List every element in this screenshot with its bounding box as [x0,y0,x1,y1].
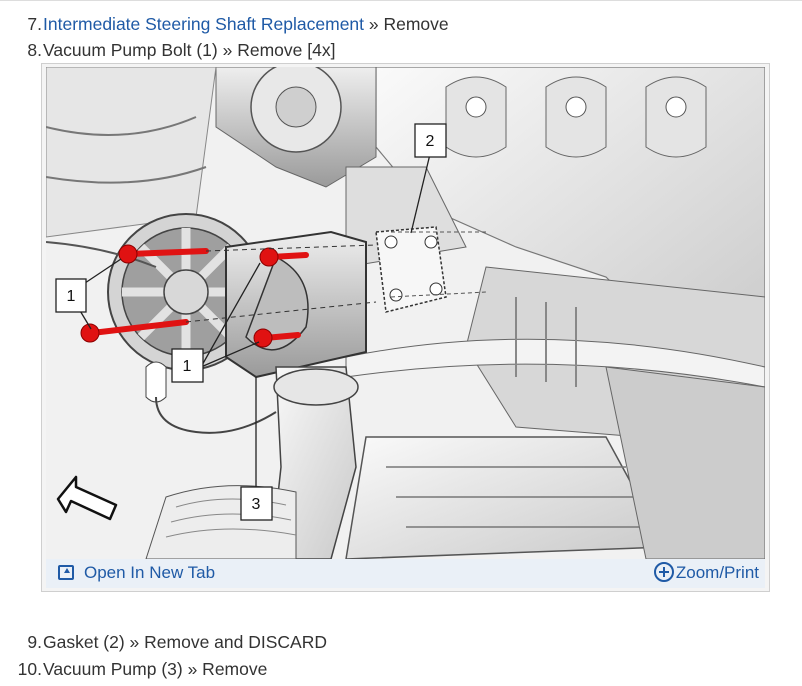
callout-2: 2 [414,123,447,158]
step-7: 7.Intermediate Steering Shaft Replacemen… [0,12,449,36]
step-text: Gasket (2) » Remove and DISCARD [43,632,327,652]
zoom-print-label: Zoom/Print [675,563,759,582]
illustration-figure: 1 2 1 3 Open In New Tab Zoom/Print [41,63,770,592]
figure-toolbar: Open In New Tab Zoom/Print [46,559,765,588]
callout-1-bottom: 1 [171,348,204,383]
callout-1-top: 1 [55,278,87,313]
callout-1-label: 1 [67,288,76,305]
step-number: 9. [27,632,42,652]
callout-3-label: 3 [252,496,261,513]
step-9: 9.Gasket (2) » Remove and DISCARD [0,630,327,654]
step-8: 8.Vacuum Pump Bolt (1) » Remove [4x] [0,38,335,62]
callout-3: 3 [240,486,273,521]
zoom-plus-icon [653,562,674,582]
callout-1-label: 1 [183,358,192,375]
step-number: 7. [27,14,42,34]
vacuum-pump-illustration[interactable]: 1 2 1 3 [46,67,765,559]
top-divider [0,0,802,6]
open-in-new-tab-button[interactable]: Open In New Tab [58,562,215,584]
engine-diagram: 1 2 1 3 [46,67,765,559]
step-text: Vacuum Pump (3) » Remove [43,659,268,679]
open-in-new-tab-label: Open In New Tab [84,563,216,582]
step-10: 10.Vacuum Pump (3) » Remove [0,657,268,681]
step-number: 10. [17,659,42,679]
intermediate-steering-shaft-link[interactable]: Intermediate Steering Shaft Replacement [43,14,364,34]
open-in-new-tab-icon [58,565,74,580]
step-action: » Remove [364,14,449,34]
step-text: Vacuum Pump Bolt (1) » Remove [4x] [43,40,336,60]
callout-2-label: 2 [426,133,435,150]
zoom-print-button[interactable]: Zoom/Print [653,562,759,584]
step-number: 8. [27,40,42,60]
